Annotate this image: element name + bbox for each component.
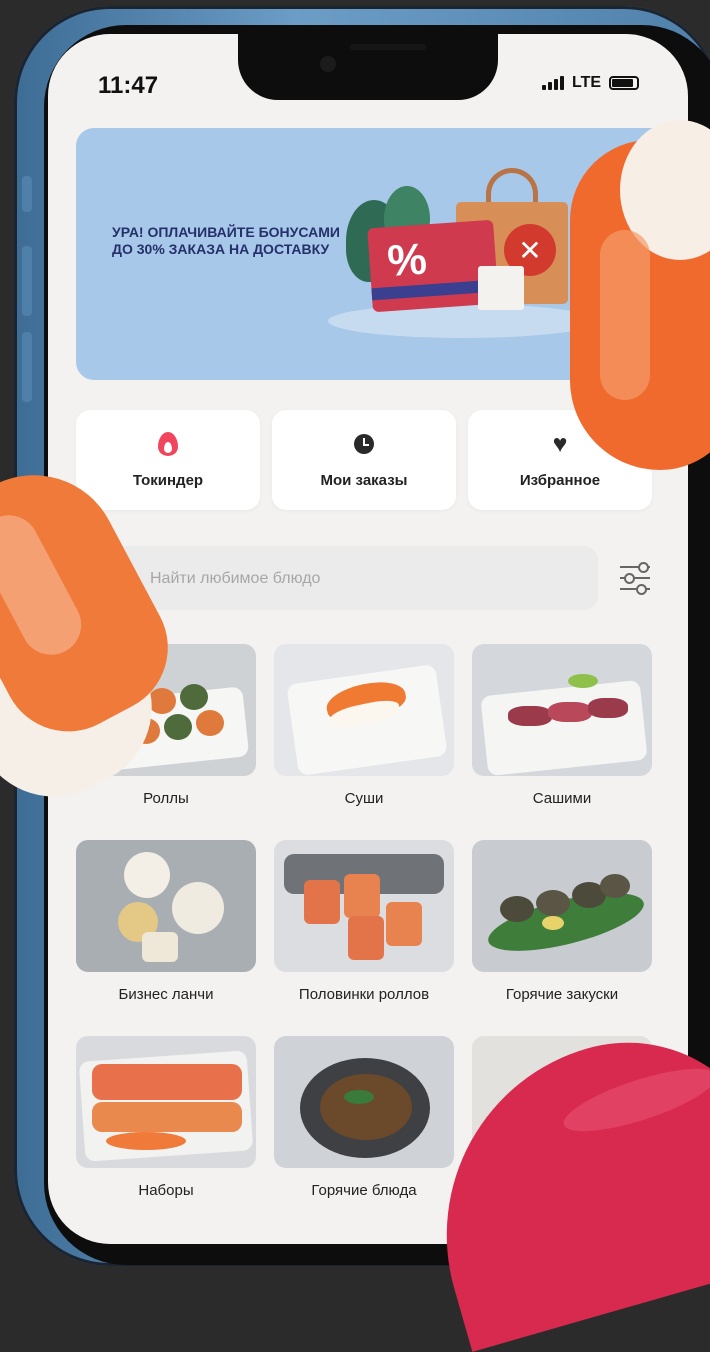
volume-up-button xyxy=(22,246,32,316)
filter-button[interactable] xyxy=(616,558,656,598)
receipt-graphic xyxy=(478,266,524,310)
category-sets[interactable]: Наборы xyxy=(76,1036,256,1199)
category-sushi[interactable]: Суши xyxy=(274,644,454,807)
quick-action-label: Мои заказы xyxy=(320,472,408,489)
banner-graphic-shadow xyxy=(328,304,598,338)
category-label: Сашими xyxy=(532,790,592,807)
status-indicators: LTE xyxy=(542,74,640,92)
volume-down-button xyxy=(22,332,32,402)
flame-icon xyxy=(158,432,178,456)
category-image xyxy=(274,644,454,776)
signal-icon xyxy=(542,76,564,90)
sushi-decoration xyxy=(400,1008,710,1352)
category-label: Бизнес ланчи xyxy=(118,986,214,1003)
category-image xyxy=(274,840,454,972)
clock-icon xyxy=(354,434,374,454)
category-image xyxy=(472,644,652,776)
search-input[interactable] xyxy=(148,546,582,612)
front-camera xyxy=(320,56,336,72)
notch xyxy=(238,34,498,100)
sushi-decoration xyxy=(560,110,710,480)
category-sashimi[interactable]: Сашими xyxy=(472,644,652,807)
sushi-decoration xyxy=(0,445,192,825)
category-label: Наборы xyxy=(138,1182,194,1199)
category-hot-snacks[interactable]: Горячие закуски xyxy=(472,840,652,1003)
category-business-lunch[interactable]: Бизнес ланчи xyxy=(76,840,256,1003)
category-image xyxy=(76,1036,256,1168)
speaker xyxy=(350,44,426,50)
category-half-rolls[interactable]: Половинки роллов xyxy=(274,840,454,1003)
status-time: 11:47 xyxy=(98,72,159,99)
mute-switch xyxy=(22,176,32,212)
category-label: Горячие закуски xyxy=(505,986,619,1003)
category-image xyxy=(76,840,256,972)
percent-sign: % xyxy=(385,234,429,287)
category-label: Суши xyxy=(344,790,384,807)
quick-action-my-orders[interactable]: Мои заказы xyxy=(272,410,456,510)
battery-icon xyxy=(609,76,640,90)
category-image xyxy=(472,840,652,972)
network-label: LTE xyxy=(572,74,602,91)
category-label: Половинки роллов xyxy=(298,986,430,1003)
banner-text: Ура! Оплачивайте бонусами до 30% заказа … xyxy=(112,224,340,257)
search-bar[interactable] xyxy=(76,546,598,612)
